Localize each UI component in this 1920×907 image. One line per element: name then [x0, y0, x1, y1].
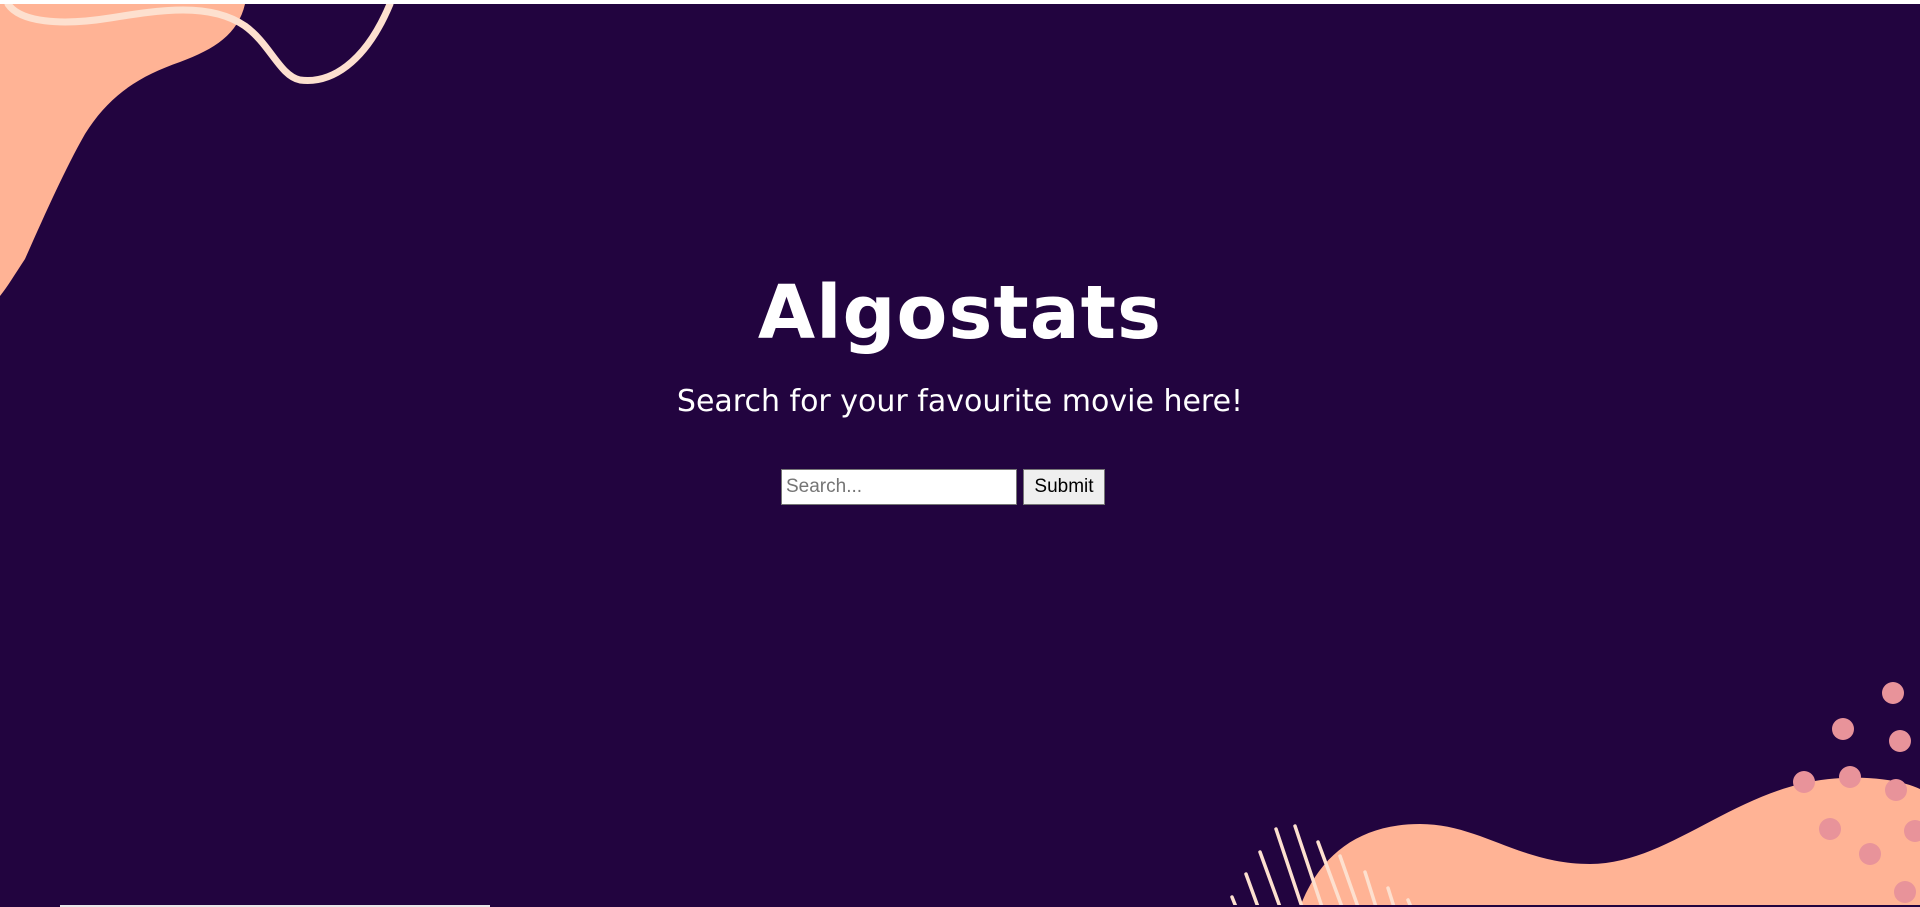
- page-title: Algostats: [757, 270, 1163, 356]
- submit-button[interactable]: Submit: [1023, 469, 1105, 505]
- wavy-line: [4, 4, 394, 84]
- page-subtitle: Search for your favourite movie here!: [676, 384, 1244, 419]
- bottom-right-blob: [1300, 777, 1920, 907]
- dots-cluster: [1793, 682, 1920, 903]
- landing-page: Algostats Search for your favourite movi…: [0, 4, 1920, 907]
- search-input[interactable]: [781, 469, 1017, 505]
- search-form: Submit: [781, 469, 1105, 505]
- top-left-blob: [0, 4, 245, 296]
- background-decorations: [0, 4, 1920, 907]
- diagonal-stripes: [1230, 824, 1413, 907]
